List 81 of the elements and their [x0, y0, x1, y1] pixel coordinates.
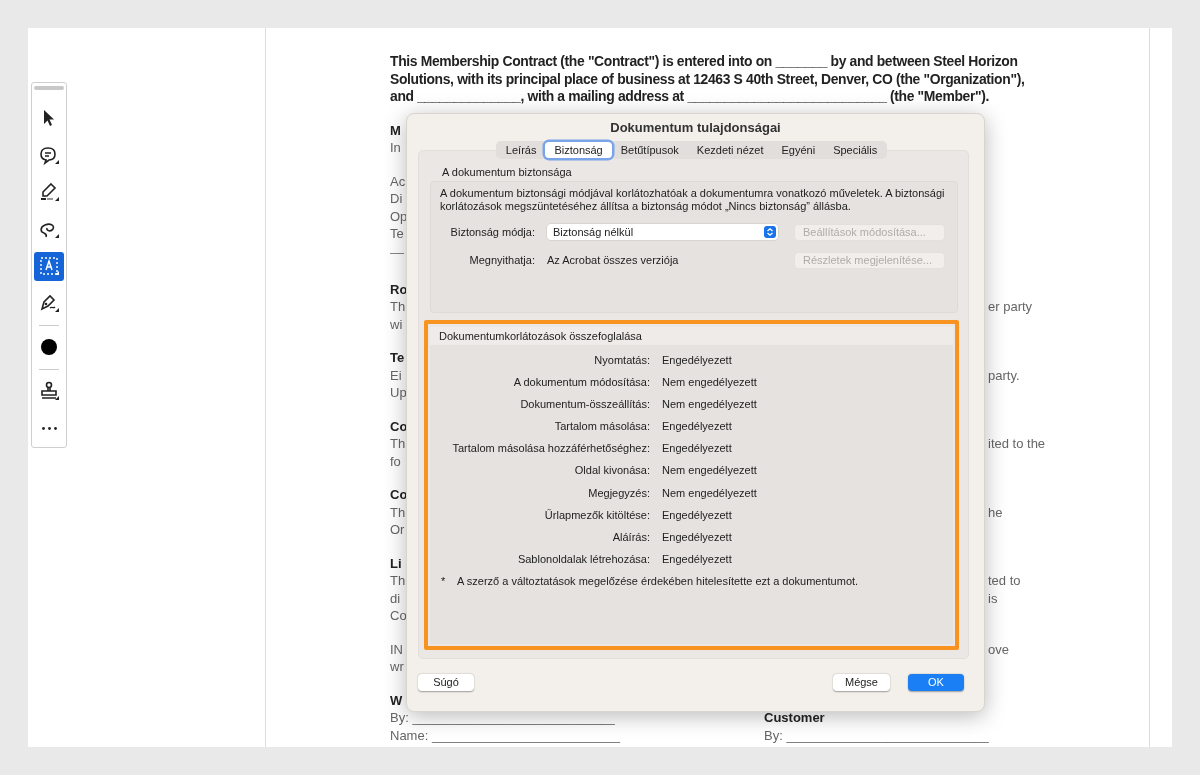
body-text: Th — [390, 572, 406, 590]
signature-line: By: ____________________________ — [390, 709, 615, 727]
restriction-value: Nem engedélyezett — [662, 375, 757, 391]
description-text: A dokumentum biztonsági módjával korlátozhatóak a dokumentumra vonatkozó műveletek. A biztonsági korlátozások megszüntetéséhez állítsa a biztonság módot „Nincs biztonság” állásba. — [440, 187, 946, 213]
body-text: is — [988, 589, 998, 607]
restriction-value: Engedélyezett — [662, 529, 732, 545]
restriction-label: Tartalom másolása: — [553, 419, 650, 435]
restriction-value: Nem engedélyezett — [662, 485, 757, 501]
group-title: A dokumentum biztonsága — [441, 166, 573, 180]
stepper-icon — [764, 226, 776, 238]
field-value: Az Acrobat összes verziója — [547, 254, 680, 266]
drag-handle[interactable] — [34, 86, 64, 90]
body-text: Te — [390, 225, 404, 243]
body-text: Th — [390, 503, 406, 521]
body-text: fo — [390, 452, 401, 470]
body-text: party. — [988, 366, 1020, 384]
signature-heading: W — [390, 691, 403, 709]
restriction-label: Dokumentum-összeállítás: — [519, 397, 650, 413]
body-text: Ac — [390, 172, 406, 190]
field-label: Megnyithatja: — [468, 254, 536, 266]
signature-heading: Customer — [764, 709, 825, 727]
body-text: he — [988, 503, 1003, 521]
body-text: Th — [390, 435, 406, 453]
body-text: IN — [390, 640, 403, 658]
body-text: wr — [390, 658, 404, 676]
restriction-label: Oldal kivonása: — [573, 463, 650, 479]
body-text: di — [390, 589, 401, 607]
restriction-label: Tartalom másolása hozzáférhetőséghez: — [451, 441, 650, 457]
highlighter-icon — [38, 181, 60, 204]
restriction-value: Engedélyezett — [662, 551, 732, 567]
restriction-label: Aláírás: — [611, 529, 650, 545]
text-selection-icon — [38, 255, 60, 278]
body-text: Co — [390, 607, 407, 625]
dialog-title: Dokumentum tulajdonságai — [609, 119, 782, 137]
pen-nib-icon — [38, 292, 60, 315]
restriction-label: Megjegyzés: — [587, 485, 650, 501]
restriction-label: A dokumentum módosítása: — [512, 375, 650, 391]
tab[interactable]: Speciális — [824, 142, 887, 158]
body-text: Up — [390, 384, 407, 402]
section-heading: Ro — [390, 280, 408, 298]
body-text: Di — [390, 190, 403, 208]
more-icon — [41, 426, 57, 430]
footnote-mark: * — [441, 573, 447, 589]
restriction-label: Nyomtatás: — [593, 353, 650, 368]
signature-line: Name: __________________________ — [390, 726, 620, 744]
restriction-value: Engedélyezett — [662, 507, 732, 523]
tab[interactable]: Biztonság — [545, 142, 612, 158]
body-text: In — [390, 139, 401, 157]
speech-bubble-icon — [38, 144, 60, 167]
tab[interactable]: Betűtípusok — [611, 142, 688, 158]
field-label: Biztonság módja: — [449, 226, 536, 238]
contract-paragraph: This Membership Contract (the "Contract") is entered into on _______ by and between Steel Horizon Solutions, with its principal place of business at 12463 S 40th Street, Denver, CO (the "Organization"), and ______________, with a mailing address at ___________________________ (the "Member"). — [390, 53, 1026, 106]
body-text: wi — [390, 315, 403, 333]
stamp-icon — [38, 380, 60, 403]
tab[interactable]: Kezdeti nézet — [687, 142, 773, 158]
body-text: er party — [988, 298, 1033, 316]
ok-button[interactable]: OK — [908, 673, 964, 691]
body-text: ove — [988, 640, 1009, 658]
tab[interactable]: Leírás — [496, 142, 546, 158]
restriction-value: Nem engedélyezett — [662, 397, 757, 413]
restriction-value: Engedélyezett — [662, 419, 732, 435]
tab[interactable]: Egyéni — [772, 142, 825, 158]
restriction-value: Engedélyezett — [662, 353, 732, 368]
body-text: ited to the — [988, 435, 1046, 453]
security-method-dropdown[interactable]: Biztonság nélkül — [547, 224, 778, 240]
body-text: Th — [390, 298, 406, 316]
signature-line: By: ____________________________ — [764, 726, 989, 744]
body-text: Ei — [390, 366, 402, 384]
footnote-text: A szerző a változtatások megelőzése érdekében hitelesítette ezt a dokumentumot. — [457, 573, 859, 589]
restriction-label: Űrlapmezők kitöltése: — [543, 507, 650, 523]
help-button[interactable]: Súgó — [418, 673, 474, 691]
restriction-label: Sablonoldalak létrehozása: — [516, 551, 650, 567]
body-text: Or — [390, 521, 405, 539]
section-heading: M — [390, 121, 401, 139]
section-heading: Te — [390, 349, 405, 367]
restriction-value: Nem engedélyezett — [662, 463, 757, 479]
cancel-button[interactable]: Mégse — [832, 673, 890, 691]
summary-header: Dokumentumkorlátozások összefoglalása — [430, 327, 953, 345]
body-text: ted to — [988, 572, 1021, 590]
section-heading: Li — [390, 554, 402, 572]
restriction-value: Engedélyezett — [662, 441, 732, 457]
